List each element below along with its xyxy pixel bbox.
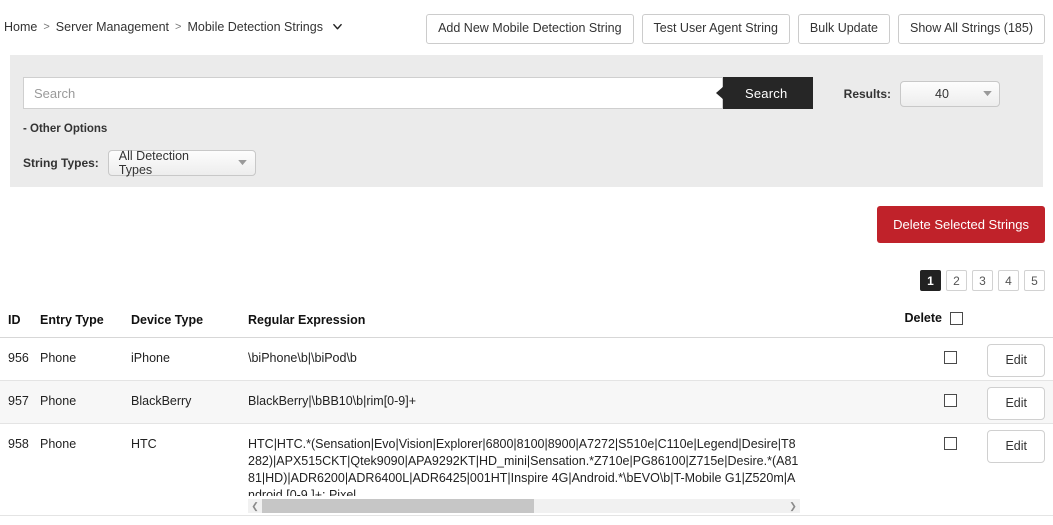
show-all-strings-button[interactable]: Show All Strings (185) [898, 14, 1045, 44]
breadcrumb-separator: > [175, 21, 182, 33]
search-row: Search [23, 77, 814, 109]
table-row: 958 Phone HTC HTC|HTC.*(Sensation|Evo|Vi… [0, 424, 1053, 516]
breadcrumb-item-home[interactable]: Home [4, 20, 37, 34]
table-row: 957 Phone BlackBerry BlackBerry|\bBB10\b… [0, 381, 1053, 424]
edit-button[interactable]: Edit [987, 387, 1045, 420]
cell-device-type: BlackBerry [131, 394, 192, 408]
cell-regular-expression: BlackBerry|\bBB10\b|rim[0-9]+ [248, 394, 417, 408]
select-all-checkbox[interactable] [950, 311, 963, 325]
cell-entry-type: Phone [40, 394, 77, 408]
string-types-label: String Types: [23, 156, 99, 170]
scrollbar-track[interactable] [262, 499, 786, 513]
string-types-select-value: All Detection Types [118, 149, 189, 177]
column-header-regular-expression: Regular Expression [248, 313, 366, 327]
cell-id: 956 [8, 351, 29, 365]
pagination: 1 2 3 4 5 [920, 270, 1045, 291]
cell-regular-expression: HTC|HTC.*(Sensation|Evo|Vision|Explorer|… [248, 437, 799, 496]
bulk-update-button[interactable]: Bulk Update [797, 14, 891, 44]
chevron-right-icon[interactable]: ❯ [786, 499, 800, 513]
breadcrumb-separator: > [43, 21, 50, 33]
column-header-delete: Delete [904, 311, 963, 325]
checkbox-box[interactable] [944, 437, 957, 450]
column-header-id: ID [8, 313, 21, 327]
page-5-button[interactable]: 5 [1024, 270, 1045, 291]
cell-id: 957 [8, 394, 29, 408]
cell-device-type: HTC [131, 437, 157, 451]
breadcrumb-item-mobile-detection-strings[interactable]: Mobile Detection Strings [187, 20, 322, 34]
results-per-page-control: Results: 40 [844, 81, 1000, 107]
search-input[interactable] [23, 77, 723, 109]
checkbox-box[interactable] [944, 351, 957, 364]
edit-cell: Edit [987, 387, 1045, 420]
row-delete-checkbox[interactable] [944, 437, 957, 455]
breadcrumb: Home > Server Management > Mobile Detect… [4, 20, 342, 34]
edit-cell: Edit [987, 430, 1045, 463]
page-3-button[interactable]: 3 [972, 270, 993, 291]
regex-horizontal-scrollbar[interactable]: ❮ ❯ [248, 499, 800, 513]
search-button-wrapper: Search [716, 77, 814, 109]
page-2-button[interactable]: 2 [946, 270, 967, 291]
breadcrumb-item-server-management[interactable]: Server Management [56, 20, 169, 34]
top-bar: Home > Server Management > Mobile Detect… [0, 0, 1053, 44]
table-header-row: ID Entry Type Device Type Regular Expres… [0, 305, 1053, 338]
toolbar-buttons: Add New Mobile Detection String Test Use… [426, 14, 1045, 44]
string-types-select[interactable]: All Detection Types [107, 149, 256, 177]
results-select[interactable]: 40 [900, 81, 1000, 107]
edit-button[interactable]: Edit [987, 344, 1045, 377]
column-header-device-type: Device Type [131, 313, 204, 327]
cell-entry-type: Phone [40, 351, 77, 365]
string-types-control: String Types: All Detection Types [23, 149, 256, 177]
checkbox-box[interactable] [944, 394, 957, 407]
cell-entry-type: Phone [40, 437, 77, 451]
page-1-button[interactable]: 1 [920, 270, 941, 291]
search-panel: Search Results: 40 - Other Options Strin… [10, 55, 1043, 187]
detection-strings-table: ID Entry Type Device Type Regular Expres… [0, 305, 1053, 516]
row-delete-checkbox[interactable] [944, 351, 957, 369]
table-row: 956 Phone iPhone \biPhone\b|\biPod\b Edi… [0, 338, 1053, 381]
search-button[interactable]: Search [723, 77, 814, 109]
cell-device-type: iPhone [131, 351, 170, 365]
cell-id: 958 [8, 437, 29, 451]
add-new-mobile-detection-string-button[interactable]: Add New Mobile Detection String [426, 14, 634, 44]
caret-down-icon [975, 91, 999, 97]
search-button-notch-icon [716, 86, 724, 100]
other-options-toggle[interactable]: - Other Options [23, 123, 107, 135]
column-header-entry-type: Entry Type [40, 313, 104, 327]
caret-down-icon [231, 160, 255, 166]
column-header-delete-label: Delete [904, 311, 942, 325]
test-user-agent-string-button[interactable]: Test User Agent String [641, 14, 790, 44]
edit-button[interactable]: Edit [987, 430, 1045, 463]
page-4-button[interactable]: 4 [998, 270, 1019, 291]
results-label: Results: [843, 87, 891, 101]
cell-regular-expression: \biPhone\b|\biPod\b [248, 351, 357, 365]
chevron-down-icon[interactable] [333, 22, 342, 31]
delete-selected-strings-button[interactable]: Delete Selected Strings [877, 206, 1045, 243]
scrollbar-thumb[interactable] [262, 499, 535, 513]
row-delete-checkbox[interactable] [944, 394, 957, 412]
edit-cell: Edit [987, 344, 1045, 377]
results-select-value: 40 [935, 87, 949, 101]
chevron-left-icon[interactable]: ❮ [248, 499, 262, 513]
